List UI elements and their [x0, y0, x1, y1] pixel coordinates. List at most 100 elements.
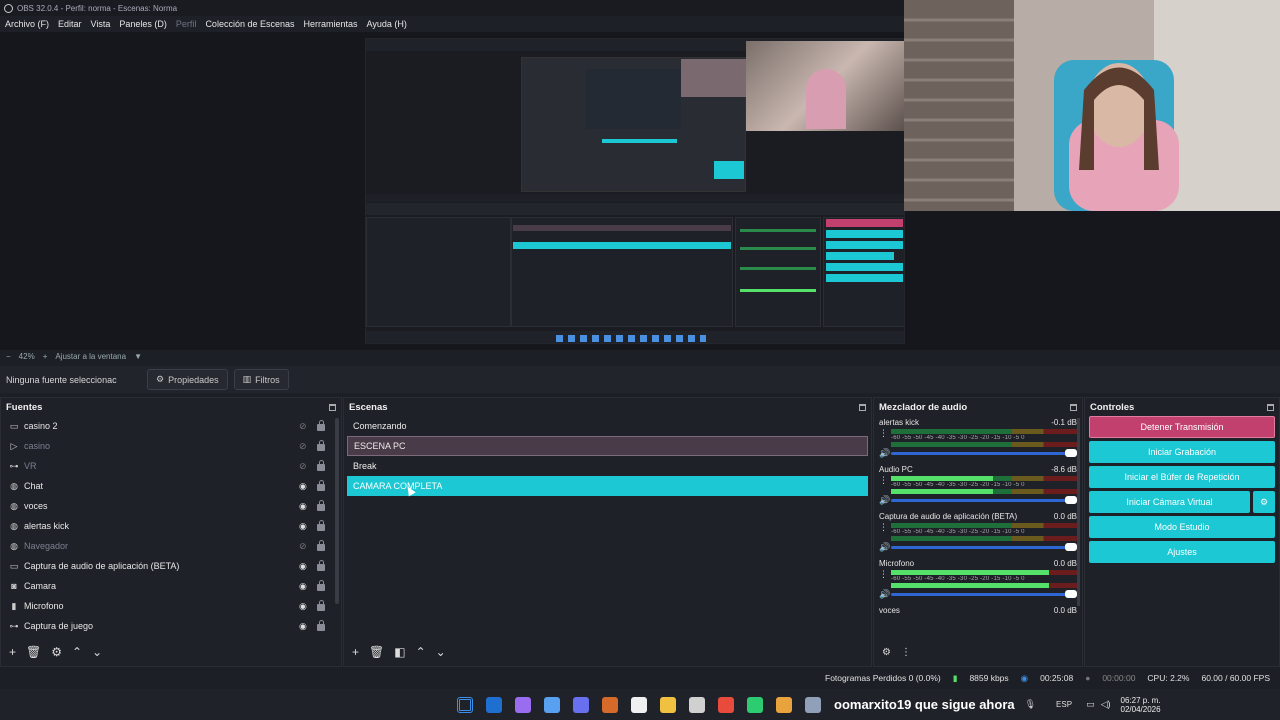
undock-icon[interactable] [329, 403, 336, 411]
source-item[interactable]: ◍ Navegador ⊘ [1, 536, 341, 556]
slider-knob[interactable] [1065, 543, 1077, 551]
source-item[interactable]: ▭ casino 2 ⊘ [1, 416, 341, 436]
lock-icon[interactable] [317, 520, 325, 531]
scene-item[interactable]: Comenzando [347, 416, 868, 436]
menu-scene-collection[interactable]: Colección de Escenas [205, 19, 294, 29]
sources-scrollbar[interactable] [335, 418, 339, 604]
eye-icon[interactable]: ◉ [299, 581, 310, 592]
slider-knob[interactable] [1065, 590, 1077, 598]
undock-icon[interactable] [859, 403, 866, 411]
scene-item[interactable]: Break [347, 456, 868, 476]
speaker-icon[interactable]: 🔊 [879, 589, 891, 600]
kebab-menu-icon[interactable]: ⋮ [879, 475, 888, 486]
mixer-scrollbar[interactable] [1077, 418, 1080, 606]
lock-icon[interactable] [317, 540, 325, 551]
eye-off-icon[interactable]: ⊘ [299, 441, 310, 452]
scene-item-selected[interactable]: CAMARA COMPLETA [347, 476, 868, 496]
move-down-button[interactable]: ⌄ [436, 645, 446, 659]
kebab-menu-icon[interactable]: ⋮ [879, 569, 888, 580]
add-scene-button[interactable]: + [352, 645, 359, 659]
taskbar-app-icon[interactable] [747, 696, 763, 713]
lock-icon[interactable] [317, 420, 325, 431]
speaker-icon[interactable]: 🔊 [879, 542, 891, 553]
source-item[interactable]: ⊶ VR ⊘ [1, 456, 341, 476]
taskbar-app-icon[interactable] [689, 696, 705, 713]
start-recording-button[interactable]: Iniciar Grabación [1089, 441, 1275, 463]
volume-slider[interactable] [891, 590, 1077, 598]
stop-stream-button[interactable]: Detener Transmisión [1089, 416, 1275, 438]
menu-help[interactable]: Ayuda (H) [367, 19, 407, 29]
trash-icon[interactable]: 🗑 [369, 645, 384, 659]
eye-icon[interactable]: ◉ [299, 501, 310, 512]
trash-icon[interactable]: 🗑 [26, 645, 41, 659]
scene-filter-icon[interactable]: ◧ [394, 645, 405, 659]
taskbar-app-icon[interactable] [515, 696, 531, 713]
volume-slider[interactable] [891, 496, 1077, 504]
taskbar-app-icon[interactable] [805, 696, 821, 713]
eye-icon[interactable]: ◉ [299, 601, 310, 612]
gear-icon[interactable]: ⚙ [51, 645, 62, 659]
speaker-icon[interactable]: 🔊 [879, 495, 891, 506]
taskbar-app-icon[interactable] [457, 696, 473, 713]
eye-icon[interactable]: ◉ [299, 621, 310, 632]
taskbar-app-icon[interactable] [544, 696, 560, 713]
menu-edit[interactable]: Editar [58, 19, 82, 29]
lock-icon[interactable] [317, 560, 325, 571]
taskbar-app-icon[interactable] [573, 696, 589, 713]
eye-icon[interactable]: ◉ [299, 481, 310, 492]
source-item[interactable]: ⊶ Captura de juego ◉ [1, 616, 341, 636]
taskbar-app-icon[interactable] [718, 696, 734, 713]
taskbar-app-icon[interactable] [776, 696, 792, 713]
slider-knob[interactable] [1065, 496, 1077, 504]
lock-icon[interactable] [317, 600, 325, 611]
undock-icon[interactable] [1070, 403, 1077, 411]
speaker-icon[interactable]: 🔊 [879, 448, 891, 459]
slider-knob[interactable] [1065, 449, 1077, 457]
menu-profile[interactable]: Perfil [176, 19, 197, 29]
clock[interactable]: 06:27 p. m. 02/04/2026 [1121, 696, 1161, 714]
eye-icon[interactable]: ◉ [299, 561, 310, 572]
properties-button[interactable]: ⚙ Propiedades [147, 369, 228, 390]
language-indicator[interactable]: ESP [1056, 700, 1072, 709]
scene-item[interactable]: ESCENA PC [347, 436, 868, 456]
lock-icon[interactable] [317, 500, 325, 511]
settings-button[interactable]: Ajustes [1089, 541, 1275, 563]
zoom-out-button[interactable]: − [6, 352, 11, 361]
source-item[interactable]: ◍ Chat ◉ [1, 476, 341, 496]
kebab-menu-icon[interactable]: ⋮ [879, 522, 888, 533]
network-icon[interactable]: ▭ [1086, 699, 1095, 710]
undock-icon[interactable] [1267, 403, 1274, 411]
volume-slider[interactable] [891, 449, 1077, 457]
zoom-in-button[interactable]: + [43, 352, 48, 361]
source-item[interactable]: ▮ Microfono ◉ [1, 596, 341, 616]
studio-mode-button[interactable]: Modo Estudio [1089, 516, 1275, 538]
lock-icon[interactable] [317, 580, 325, 591]
fit-to-window-label[interactable]: Ajustar a la ventana [55, 352, 126, 361]
taskbar-app-icon[interactable] [602, 696, 618, 713]
virtual-camera-settings-button[interactable]: ⚙ [1253, 491, 1275, 513]
chevron-down-icon[interactable]: ▼ [134, 352, 142, 361]
eye-off-icon[interactable]: ⊘ [299, 541, 310, 552]
lock-icon[interactable] [317, 440, 325, 451]
volume-slider[interactable] [891, 543, 1077, 551]
taskbar-app-icon[interactable] [631, 696, 647, 713]
menu-docks[interactable]: Paneles (D) [119, 19, 167, 29]
menu-view[interactable]: Vista [91, 19, 111, 29]
source-item[interactable]: ◙ Camara ◉ [1, 576, 341, 596]
source-item[interactable]: ▷ casino ⊘ [1, 436, 341, 456]
eye-off-icon[interactable]: ⊘ [299, 461, 310, 472]
eye-icon[interactable]: ◉ [299, 521, 310, 532]
lock-icon[interactable] [317, 460, 325, 471]
source-item[interactable]: ▭ Captura de audio de aplicación (BETA) ◉ [1, 556, 341, 576]
move-up-button[interactable]: ⌃ [72, 645, 82, 659]
advanced-audio-icon[interactable]: ⚙ [882, 647, 891, 658]
add-source-button[interactable]: + [9, 645, 16, 659]
start-replay-buffer-button[interactable]: Iniciar el Búfer de Repetición [1089, 466, 1275, 488]
move-up-button[interactable]: ⌃ [416, 645, 426, 659]
kebab-menu-icon[interactable]: ⋮ [901, 647, 911, 658]
menu-file[interactable]: Archivo (F) [5, 19, 49, 29]
menu-tools[interactable]: Herramientas [304, 19, 358, 29]
kebab-menu-icon[interactable]: ⋮ [879, 428, 888, 439]
taskbar-app-icon[interactable] [486, 696, 502, 713]
eye-off-icon[interactable]: ⊘ [299, 421, 310, 432]
